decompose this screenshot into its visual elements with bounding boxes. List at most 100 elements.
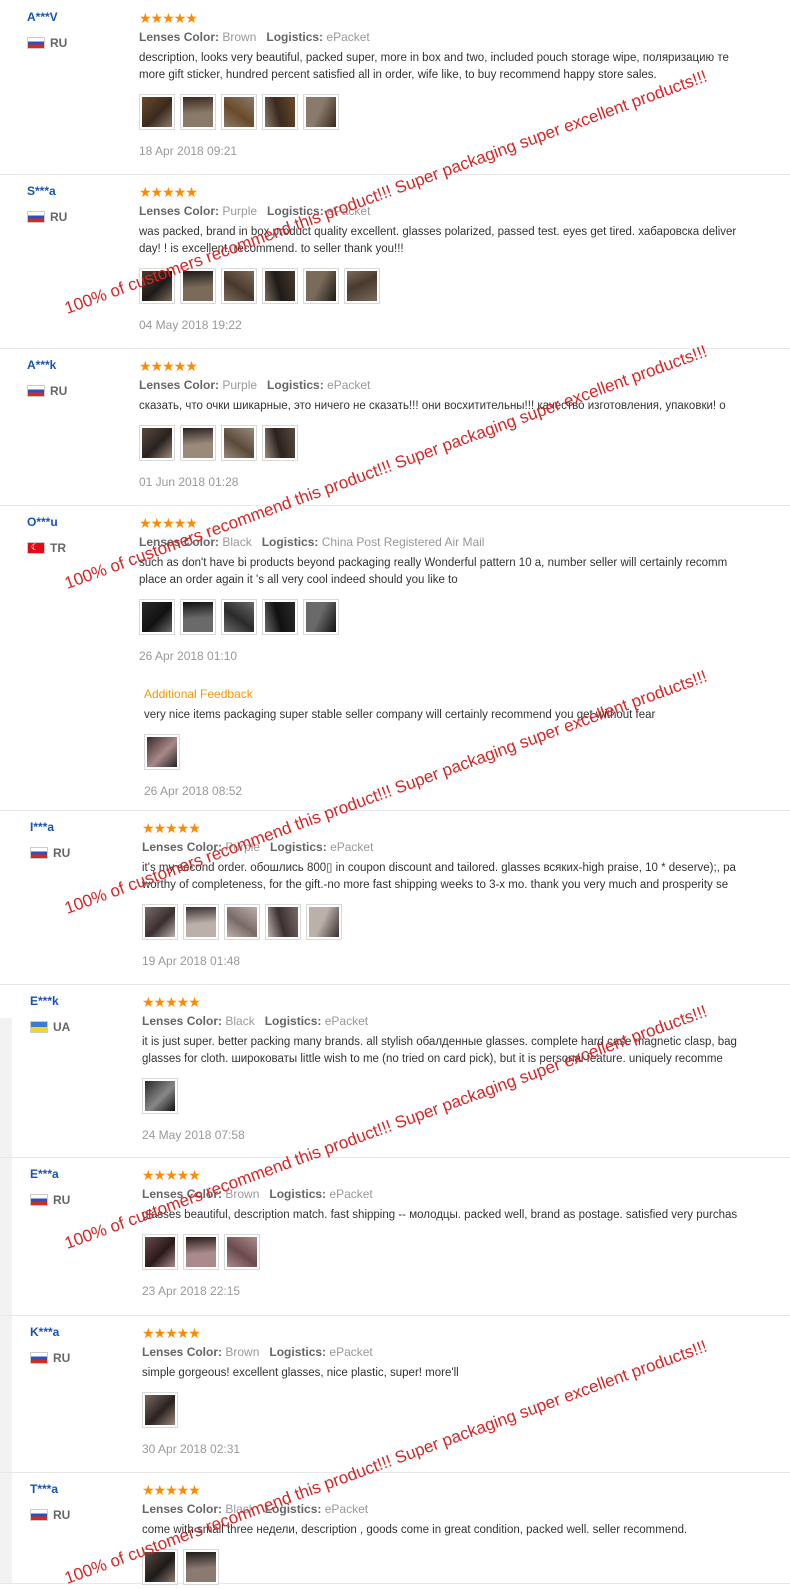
reviewer-name[interactable]: I***a bbox=[30, 820, 54, 834]
reviewer-name[interactable]: S***a bbox=[27, 184, 56, 198]
country-code: RU bbox=[53, 1193, 71, 1207]
reviewer-country: RU bbox=[27, 210, 67, 224]
country-flag-icon bbox=[27, 211, 45, 223]
review-photo-thumb[interactable] bbox=[306, 904, 342, 940]
review-text-line: glasses beautiful, description match. fa… bbox=[142, 1209, 738, 1221]
review-photo-thumb[interactable] bbox=[139, 599, 175, 635]
review-photo-thumb[interactable] bbox=[144, 734, 180, 770]
review-photos bbox=[142, 904, 790, 940]
star-rating: ★★★★★ bbox=[142, 1167, 201, 1183]
country-code: RU bbox=[53, 1508, 71, 1522]
review-item: T***a RU ★★★★★ Lenses Color: Black Logistics… bbox=[0, 1472, 790, 1585]
review-photo-thumb[interactable] bbox=[221, 599, 257, 635]
review-photo-thumb[interactable] bbox=[221, 268, 257, 304]
review-photo-thumb[interactable] bbox=[142, 904, 178, 940]
review-photo-thumb[interactable] bbox=[221, 94, 257, 130]
lenses-color-value: Black bbox=[225, 1014, 255, 1028]
review-photo-thumb[interactable] bbox=[221, 425, 257, 461]
review-photo-thumb[interactable] bbox=[142, 1549, 178, 1585]
reviewer-name[interactable]: O***u bbox=[27, 515, 58, 529]
country-code: RU bbox=[53, 1351, 71, 1365]
review-photo-image bbox=[145, 1237, 175, 1267]
review-content: ★★★★★ Lenses Color: Brown Logistics: ePack… bbox=[142, 1325, 790, 1456]
review-photo-thumb[interactable] bbox=[142, 1078, 178, 1114]
review-photo-thumb[interactable] bbox=[139, 94, 175, 130]
review-photo-thumb[interactable] bbox=[183, 904, 219, 940]
review-photo-thumb[interactable] bbox=[303, 599, 339, 635]
review-photo-thumb[interactable] bbox=[142, 1392, 178, 1428]
lenses-color-value: Black bbox=[225, 1502, 255, 1516]
star-rating: ★★★★★ bbox=[139, 184, 198, 200]
country-code: RU bbox=[50, 36, 68, 50]
review-photo-thumb[interactable] bbox=[180, 268, 216, 304]
review-photo-thumb[interactable] bbox=[183, 1234, 219, 1270]
review-photo-thumb[interactable] bbox=[262, 268, 298, 304]
review-attributes: Lenses Color: Brown Logistics: ePacket bbox=[142, 1187, 790, 1201]
country-flag-icon bbox=[27, 385, 45, 397]
review-photos bbox=[142, 1078, 790, 1114]
lenses-color-value: Brown bbox=[222, 30, 257, 44]
lenses-color-value: Brown bbox=[225, 1345, 260, 1359]
review-photo-thumb[interactable] bbox=[183, 1549, 219, 1585]
review-photo-thumb[interactable] bbox=[303, 268, 339, 304]
review-item: K***a RU ★★★★★ Lenses Color: Brown Logistics… bbox=[0, 1315, 790, 1473]
country-code: RU bbox=[50, 210, 68, 224]
review-photo-thumb[interactable] bbox=[180, 425, 216, 461]
review-item: E***k UA ★★★★★ Lenses Color: Black Logistics… bbox=[0, 984, 790, 1158]
logistics-label: Logistics: bbox=[264, 1502, 322, 1516]
review-photo-thumb[interactable] bbox=[224, 904, 260, 940]
review-date: 01 Jun 2018 01:28 bbox=[139, 475, 239, 489]
review-photo-image bbox=[145, 1395, 175, 1425]
review-photo-thumb[interactable] bbox=[265, 904, 301, 940]
review-photo-thumb[interactable] bbox=[139, 268, 175, 304]
review-date: 19 Apr 2018 01:48 bbox=[142, 954, 241, 968]
review-photos bbox=[142, 1234, 790, 1270]
review-item: E***a RU ★★★★★ Lenses Color: Brown Logistics… bbox=[0, 1157, 790, 1316]
review-photo-thumb[interactable] bbox=[303, 94, 339, 130]
review-photo-image bbox=[186, 1237, 216, 1267]
country-flag-icon bbox=[27, 37, 45, 49]
reviewer-name[interactable]: E***k bbox=[30, 994, 59, 1008]
reviewer-country: RU bbox=[30, 846, 70, 860]
review-text-line: more gift sticker, hundred percent satis… bbox=[139, 69, 657, 81]
review-photo-thumb[interactable] bbox=[180, 94, 216, 130]
logistics-label: Logistics: bbox=[264, 1014, 322, 1028]
review-text: сказать, что очки шикарные, это ничего н… bbox=[139, 398, 790, 415]
reviewer-name[interactable]: E***a bbox=[30, 1167, 59, 1181]
additional-feedback-text: very nice items packaging super stable s… bbox=[144, 709, 656, 721]
review-text-line: day! ! is excellent. recommend. to selle… bbox=[139, 243, 404, 255]
lenses-color-value: Black bbox=[222, 535, 252, 549]
review-photo-thumb[interactable] bbox=[142, 1234, 178, 1270]
review-photo-thumb[interactable] bbox=[180, 599, 216, 635]
review-photo-thumb[interactable] bbox=[262, 94, 298, 130]
logistics-label: Logistics: bbox=[269, 1345, 327, 1359]
lenses-color-label: Lenses Color: bbox=[142, 840, 223, 854]
review-content: ★★★★★ Lenses Color: Purple Logistics: ePac… bbox=[139, 184, 790, 332]
lenses-color-label: Lenses Color: bbox=[142, 1187, 223, 1201]
review-item: A***V RU ★★★★★ Lenses Color: Brown Logistics… bbox=[0, 0, 790, 175]
country-flag-icon bbox=[30, 1509, 48, 1521]
review-text-line: сказать, что очки шикарные, это ничего н… bbox=[139, 400, 726, 412]
review-photo-image bbox=[145, 1552, 175, 1582]
reviewer-name[interactable]: A***k bbox=[27, 358, 56, 372]
review-photo-image bbox=[306, 97, 336, 127]
review-photo-thumb[interactable] bbox=[262, 599, 298, 635]
review-photo-thumb[interactable] bbox=[262, 425, 298, 461]
star-rating: ★★★★★ bbox=[142, 1482, 201, 1498]
review-photo-thumb[interactable] bbox=[139, 425, 175, 461]
review-text: was packed, brand in box product quality… bbox=[139, 224, 790, 258]
review-attributes: Lenses Color: Black Logistics: China Post… bbox=[139, 535, 790, 549]
review-photo-thumb[interactable] bbox=[344, 268, 380, 304]
review-photo-image bbox=[145, 907, 175, 937]
reviewer-country: RU bbox=[30, 1351, 70, 1365]
reviewer-name[interactable]: A***V bbox=[27, 10, 58, 24]
review-photo-image bbox=[306, 271, 336, 301]
review-photo-image bbox=[347, 271, 377, 301]
reviewer-name[interactable]: T***a bbox=[30, 1482, 58, 1496]
review-item: O***u TR ★★★★★ Lenses Color: Black Logistics… bbox=[0, 505, 790, 811]
review-photo-thumb[interactable] bbox=[224, 1234, 260, 1270]
logistics-label: Logistics: bbox=[270, 840, 327, 854]
review-text: such as don't have bi products beyond pa… bbox=[139, 555, 790, 589]
reviewer-name[interactable]: K***a bbox=[30, 1325, 59, 1339]
logistics-label: Logistics: bbox=[267, 204, 324, 218]
